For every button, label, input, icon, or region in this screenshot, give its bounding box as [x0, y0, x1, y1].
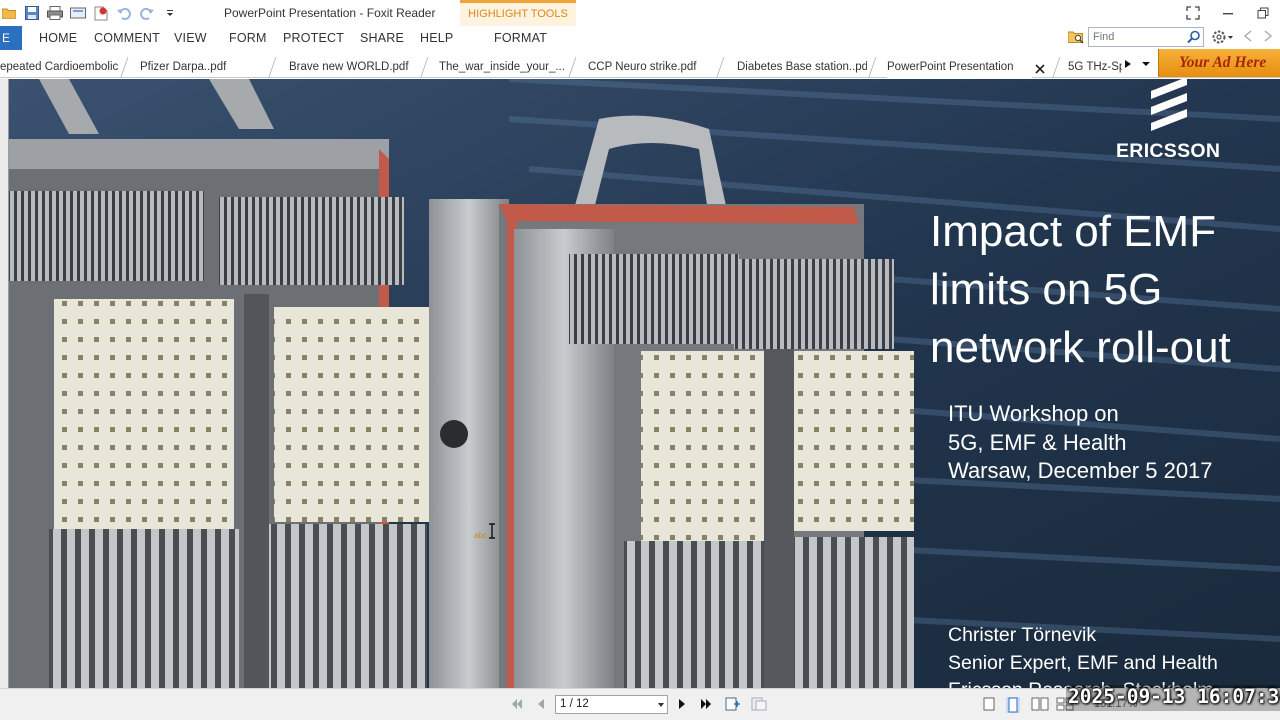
slide-title: Impact of EMF limits on 5G network roll-… [930, 203, 1275, 377]
previous-page-icon[interactable] [536, 697, 546, 714]
subtitle-line: ITU Workshop on [948, 401, 1119, 426]
slide-page: ERICSSON Impact of EMF limits on 5G netw… [9, 79, 1280, 688]
window-title: PowerPoint Presentation - Foxit Reader [224, 6, 436, 20]
file-tab[interactable]: E [0, 26, 22, 50]
next-view-icon[interactable] [1264, 30, 1273, 45]
recording-timestamp-overlay: 2025-09-13 16:07:34 [1066, 685, 1280, 711]
ericsson-mark-icon [1151, 79, 1187, 131]
menu-view[interactable]: VIEW [174, 31, 207, 45]
close-tab-icon[interactable] [1035, 63, 1045, 77]
author-name: Christer Törnevik [948, 624, 1097, 646]
fullscreen-icon[interactable] [1183, 4, 1203, 22]
foxit-reader-window: PowerPoint Presentation - Foxit Reader H… [0, 0, 1280, 720]
undo-icon[interactable] [115, 5, 132, 22]
scan-icon[interactable] [69, 5, 86, 22]
open-icon[interactable] [0, 5, 17, 22]
next-page-icon[interactable] [677, 697, 687, 714]
slide-background-photo [9, 79, 1280, 688]
slide-subtitle: ITU Workshop on 5G, EMF & Health Warsaw,… [948, 400, 1278, 486]
save-icon[interactable] [23, 5, 40, 22]
cursor-label: abc [474, 531, 487, 540]
menu-home[interactable]: HOME [39, 31, 77, 45]
ericsson-logo: ERICSSON [1109, 79, 1239, 167]
page-left-edge [0, 79, 9, 688]
menu-comment[interactable]: COMMENT [94, 31, 160, 45]
single-page-view-icon[interactable] [983, 697, 995, 714]
minimize-icon[interactable] [1218, 4, 1238, 22]
subtitle-line: 5G, EMF & Health [948, 429, 1127, 455]
title-bar: PowerPoint Presentation - Foxit Reader H… [0, 0, 1280, 26]
insert-page-icon[interactable] [725, 697, 741, 714]
tab-powerpoint-presentation[interactable]: PowerPoint Presentation [887, 56, 1032, 78]
menu-protect[interactable]: PROTECT [283, 31, 344, 45]
tab-war-inside[interactable]: The_war_inside_your_... [439, 56, 564, 78]
slide-title-line: network roll-out [930, 323, 1231, 372]
tab-scroll-right-icon[interactable] [1124, 57, 1132, 74]
slide-title-line: Impact of EMF [930, 207, 1217, 256]
page-number-value: 1 / 12 [560, 698, 589, 710]
tab-divider [568, 56, 577, 78]
restore-icon[interactable] [1253, 4, 1273, 22]
ibeam-cursor-icon [489, 523, 495, 539]
document-viewport[interactable]: ERICSSON Impact of EMF limits on 5G netw… [0, 79, 1280, 688]
find-input[interactable] [1089, 28, 1181, 46]
tab-list-dropdown-icon[interactable] [1141, 57, 1151, 74]
continuous-view-icon[interactable] [1006, 697, 1020, 716]
find-field[interactable] [1088, 27, 1204, 47]
menu-help[interactable]: HELP [420, 31, 453, 45]
tab-ccp-neuro-strike[interactable]: CCP Neuro strike.pdf [588, 56, 713, 78]
page-number-field[interactable]: 1 / 12 [555, 695, 668, 714]
previous-view-icon[interactable] [1243, 30, 1252, 45]
page-dropdown-icon[interactable] [658, 703, 664, 707]
tab-divider [716, 56, 725, 78]
ericsson-wordmark: ERICSSON [1116, 140, 1221, 162]
page-nav-arrows [1243, 30, 1273, 45]
last-page-icon[interactable] [699, 697, 713, 714]
tab-divider [420, 56, 429, 78]
menu-form[interactable]: FORM [229, 31, 267, 45]
tab-5g-thz[interactable]: 5G THz-Spe [1068, 56, 1122, 78]
tab-pfizer-darpa[interactable]: Pfizer Darpa..pdf [140, 56, 260, 78]
tab-divider [1052, 56, 1061, 78]
subtitle-line: Warsaw, December 5 2017 [948, 458, 1213, 483]
tab-divider [120, 56, 129, 78]
tab-diabetes-base-station[interactable]: Diabetes Base station..pdf [737, 56, 867, 78]
extract-page-icon[interactable] [751, 697, 767, 714]
menu-share[interactable]: SHARE [360, 31, 404, 45]
ad-banner[interactable]: Your Ad Here [1158, 49, 1280, 77]
document-tabs: epeated Cardioembolic... Pfizer Darpa..p… [0, 56, 1280, 78]
slide-author: Christer Törnevik Senior Expert, EMF and… [948, 622, 1278, 688]
highlight-tools-context-tab[interactable]: HIGHLIGHT TOOLS [460, 0, 576, 26]
tab-divider [868, 56, 877, 78]
author-role: Senior Expert, EMF and Health [948, 651, 1218, 674]
print-icon[interactable] [46, 5, 63, 22]
tab-cardioembolic[interactable]: epeated Cardioembolic... [0, 56, 118, 78]
quick-access-toolbar [0, 4, 178, 22]
search-icon[interactable] [1187, 30, 1201, 47]
redo-icon[interactable] [138, 5, 155, 22]
first-page-icon[interactable] [510, 697, 524, 714]
tab-brave-new-world[interactable]: Brave new WORLD.pdf [289, 56, 419, 78]
facing-view-icon[interactable] [1031, 697, 1049, 714]
create-pdf-icon[interactable] [92, 5, 109, 22]
slide-title-line: limits on 5G [930, 265, 1163, 314]
ribbon-menu: E HOME COMMENT VIEW FORM PROTECT SHARE H… [0, 26, 1280, 52]
customize-icon[interactable] [161, 5, 178, 22]
settings-gear-icon[interactable] [1212, 29, 1234, 48]
text-select-cursor: abc [474, 523, 495, 541]
menu-format[interactable]: FORMAT [494, 31, 547, 45]
folder-search-icon[interactable] [1067, 30, 1084, 47]
tab-divider [268, 56, 277, 78]
